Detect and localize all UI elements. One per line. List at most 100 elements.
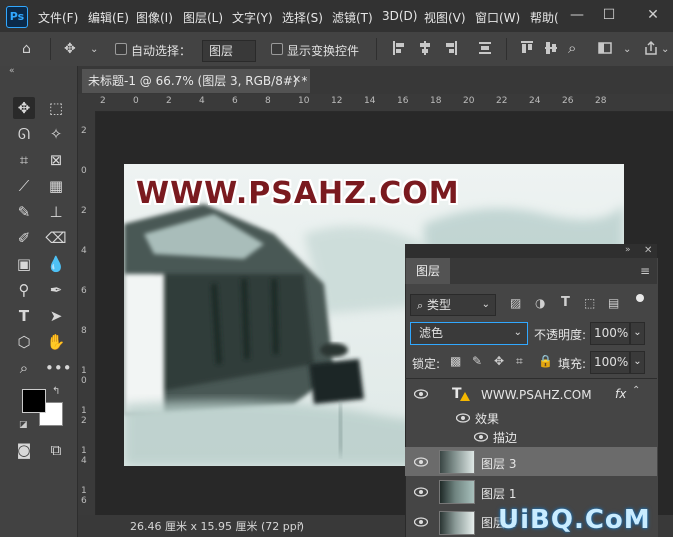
magic-wand-icon[interactable]: ✧ xyxy=(45,123,67,145)
layers-panel-header[interactable] xyxy=(405,244,657,258)
ruler-tick-label: 2 xyxy=(100,96,106,106)
close-tab-icon[interactable]: ✕ xyxy=(292,73,301,86)
patch-tool-icon[interactable]: ▦ xyxy=(45,175,67,197)
visibility-eye-icon[interactable] xyxy=(414,457,428,467)
visibility-eye-icon[interactable] xyxy=(414,389,428,399)
opacity-input[interactable]: 100% xyxy=(590,322,630,345)
filter-shape-icon[interactable]: ⬚ xyxy=(584,296,595,310)
show-transform-checkbox[interactable] xyxy=(271,43,283,55)
chevron-up-icon[interactable]: ⌃ xyxy=(632,385,640,396)
tab-layers[interactable]: 图层 xyxy=(406,258,450,284)
panel-menu-icon[interactable]: ≡ xyxy=(640,264,650,278)
fill-input[interactable]: 100% xyxy=(590,351,630,374)
quick-mask-icon[interactable]: ◙ xyxy=(13,439,35,461)
distribute-icon[interactable] xyxy=(478,40,492,56)
chevron-down-icon[interactable]: ⌄ xyxy=(661,41,669,59)
menu-window[interactable]: 窗口(W) xyxy=(475,9,520,26)
lock-artboard-icon[interactable]: ⌗ xyxy=(516,354,523,369)
minimize-icon[interactable]: — xyxy=(564,4,590,26)
layer-name[interactable]: 图层 1 xyxy=(481,485,516,502)
menu-3d[interactable]: 3D(D) xyxy=(382,9,417,23)
ruler-tick-label: 10 xyxy=(298,96,310,106)
screen-mode-icon[interactable]: ⧉ xyxy=(45,439,67,461)
menu-type[interactable]: 文字(Y) xyxy=(232,9,273,26)
brush-tool-icon[interactable]: ✎ xyxy=(13,201,35,223)
hand-tool-icon[interactable]: ✋ xyxy=(45,331,67,353)
visibility-eye-icon[interactable] xyxy=(456,413,470,423)
effects-label[interactable]: 效果 xyxy=(475,410,499,427)
stamp-tool-icon[interactable]: ⊥ xyxy=(45,201,67,223)
auto-select-checkbox[interactable] xyxy=(115,43,127,55)
move-tool-icon[interactable]: ✥ xyxy=(64,40,76,58)
visibility-eye-icon[interactable] xyxy=(474,432,488,442)
frame-tool-icon[interactable]: ⊠ xyxy=(45,149,67,171)
home-icon[interactable]: ⌂ xyxy=(22,40,31,58)
search-icon[interactable]: ⌕ xyxy=(568,39,576,57)
menu-help[interactable]: 帮助( xyxy=(530,9,559,26)
align-center-icon[interactable] xyxy=(418,40,432,56)
share-icon[interactable] xyxy=(644,40,658,56)
move-tool-icon[interactable]: ✥ xyxy=(13,97,35,119)
visibility-eye-icon[interactable] xyxy=(414,517,428,527)
chevron-down-icon[interactable]: ⌄ xyxy=(630,351,645,374)
dodge-tool-icon[interactable]: ⚲ xyxy=(13,279,35,301)
collapse-panel-icon[interactable]: » xyxy=(625,245,631,255)
align-top-icon[interactable] xyxy=(520,40,534,56)
more-tools-icon[interactable]: ••• xyxy=(45,357,72,379)
shape-tool-icon[interactable]: ⬡ xyxy=(13,331,35,353)
layer-filter-dropdown[interactable]: ⌕ 类型 ⌄ xyxy=(410,294,496,316)
document-tab[interactable]: 未标题-1 @ 66.7% (图层 3, RGB/8#) * xyxy=(82,69,310,93)
close-panel-icon[interactable]: ✕ xyxy=(644,245,652,256)
lock-position-icon[interactable]: ✥ xyxy=(494,354,504,368)
swap-colors-icon[interactable]: ↰ xyxy=(52,386,60,397)
filter-smart-object-icon[interactable]: ▤ xyxy=(608,296,619,310)
type-tool-icon[interactable]: T xyxy=(13,305,35,327)
eraser-icon[interactable]: ⌫ xyxy=(45,227,67,249)
zoom-tool-icon[interactable]: ⌕ xyxy=(13,357,35,379)
workspace-icon[interactable] xyxy=(598,40,612,56)
eyedropper-icon[interactable]: ⟋ xyxy=(13,175,35,197)
blur-tool-icon[interactable]: 💧 xyxy=(45,253,67,275)
menu-image[interactable]: 图像(I) xyxy=(136,9,173,26)
blend-mode-dropdown[interactable]: 滤色 ⌄ xyxy=(410,322,528,345)
filter-toggle-icon[interactable] xyxy=(636,294,644,302)
pen-tool-icon[interactable]: ✒ xyxy=(45,279,67,301)
chevron-down-icon[interactable]: ⌄ xyxy=(630,322,645,345)
lock-transparent-icon[interactable]: ▩ xyxy=(450,354,461,368)
default-colors-icon[interactable]: ◪ xyxy=(19,420,28,430)
visibility-eye-icon[interactable] xyxy=(414,487,428,497)
collapse-icon[interactable]: « xyxy=(9,66,15,76)
path-select-icon[interactable]: ➤ xyxy=(45,305,67,327)
chevron-right-icon[interactable]: › xyxy=(298,517,302,530)
menu-file[interactable]: 文件(F) xyxy=(38,9,78,26)
align-middle-icon[interactable] xyxy=(544,40,558,56)
foreground-color-swatch[interactable] xyxy=(22,389,46,413)
menu-layer[interactable]: 图层(L) xyxy=(183,9,223,26)
lock-all-icon[interactable]: 🔒 xyxy=(538,354,553,368)
chevron-down-icon[interactable]: ⌄ xyxy=(623,41,631,59)
lasso-tool-icon[interactable]: ᘏ xyxy=(13,123,35,145)
stroke-effect-label[interactable]: 描边 xyxy=(493,429,517,446)
filter-type-icon[interactable]: T xyxy=(561,295,570,310)
close-icon[interactable]: ✕ xyxy=(640,4,666,26)
text-layer-name[interactable]: WWW.PSAHZ.COM xyxy=(481,388,592,402)
gradient-tool-icon[interactable]: ▣ xyxy=(13,253,35,275)
align-right-icon[interactable] xyxy=(444,40,458,56)
menu-select[interactable]: 选择(S) xyxy=(282,9,323,26)
crop-tool-icon[interactable]: ⌗ xyxy=(13,149,35,171)
marquee-tool-icon[interactable]: ⬚ xyxy=(45,97,67,119)
history-brush-icon[interactable]: ✐ xyxy=(13,227,35,249)
maximize-icon[interactable]: ☐ xyxy=(596,4,622,26)
lock-image-icon[interactable]: ✎ xyxy=(472,354,482,368)
ruler-tick-label: 16 xyxy=(397,96,409,106)
auto-select-target-dropdown[interactable]: 图层 xyxy=(202,40,256,62)
menu-view[interactable]: 视图(V) xyxy=(424,9,466,26)
menu-filter[interactable]: 滤镜(T) xyxy=(332,9,373,26)
align-left-icon[interactable] xyxy=(392,40,406,56)
chevron-down-icon[interactable]: ⌄ xyxy=(90,41,98,59)
layer-name[interactable]: 图层 3 xyxy=(481,455,516,472)
menu-edit[interactable]: 编辑(E) xyxy=(88,9,129,26)
filter-adjustment-icon[interactable]: ◑ xyxy=(535,296,545,310)
layer-fx-badge[interactable]: fx xyxy=(615,387,626,401)
filter-pixel-icon[interactable]: ▨ xyxy=(510,296,521,310)
